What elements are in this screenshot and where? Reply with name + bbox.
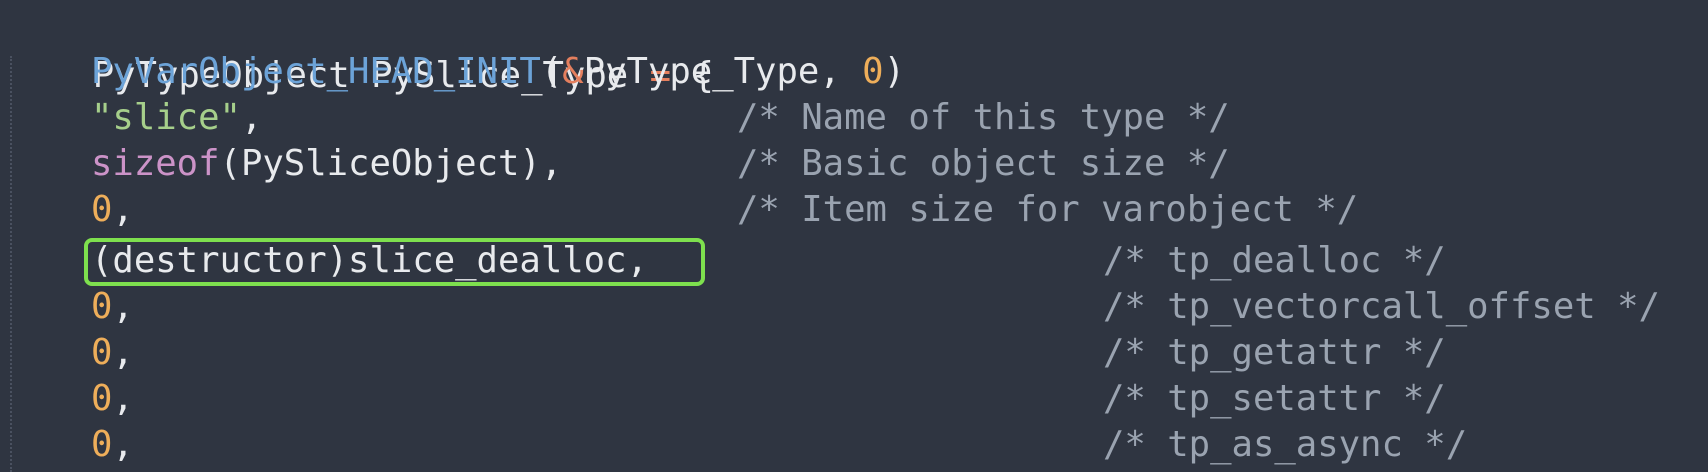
address-operator: & [562,51,584,92]
comment-name: /* Name of this type */ [737,97,1230,138]
comma: , [112,286,134,327]
comment-tp-vectorcall-offset: /* tp_vectorcall_offset */ [1103,286,1660,327]
comment-tp-getattr: /* tp_getattr */ [1103,332,1446,373]
code-line-6-highlighted: (destructor)slice_dealloc, [91,240,648,281]
comma: , [112,332,134,373]
comma: , [112,378,134,419]
number-literal: 0 [91,424,113,465]
open-paren: ( [540,51,563,92]
code-line-8: 0, [91,330,134,376]
number-literal: 0 [91,189,113,230]
number-literal: 0 [91,286,113,327]
code-editor[interactable]: PyTypeObject PySlice_Type = { PyVarObjec… [0,0,1708,472]
number-literal: 0 [91,378,113,419]
comment-tp-dealloc: /* tp_dealloc */ [1103,240,1446,281]
macro-name: PyVarObject_HEAD_INIT [91,51,541,92]
comma: , [112,424,134,465]
close-paren: ) [883,51,905,92]
code-line-4: sizeof(PySliceObject), [91,141,562,187]
comma: , [240,97,263,138]
code-line-3: "slice", [91,95,262,141]
comma: , [819,51,863,92]
code-line-1: PyTypeObject PySlice_Type = { [7,7,714,96]
macro-arg: PyType_Type [583,51,820,92]
number-literal: 0 [862,51,884,92]
code-line-9: 0, [91,376,134,422]
code-line-5: 0, [91,187,134,233]
string-literal: "slice" [91,97,241,138]
sizeof-keyword: sizeof [91,143,220,184]
comment-tp-setattr: /* tp_setattr */ [1103,378,1446,419]
code-line-7: 0, [91,284,134,330]
code-line-2: PyVarObject_HEAD_INIT(&PyType_Type, 0) [91,49,905,95]
number-literal: 0 [91,332,113,373]
sizeof-args: (PySliceObject), [219,143,563,184]
comment-item-size: /* Item size for varobject */ [737,189,1359,230]
comment-basic-size: /* Basic object size */ [737,143,1230,184]
comment-tp-as-async: /* tp_as_async */ [1103,424,1468,465]
code-line-10: 0, [91,422,134,468]
comma: , [112,189,134,230]
